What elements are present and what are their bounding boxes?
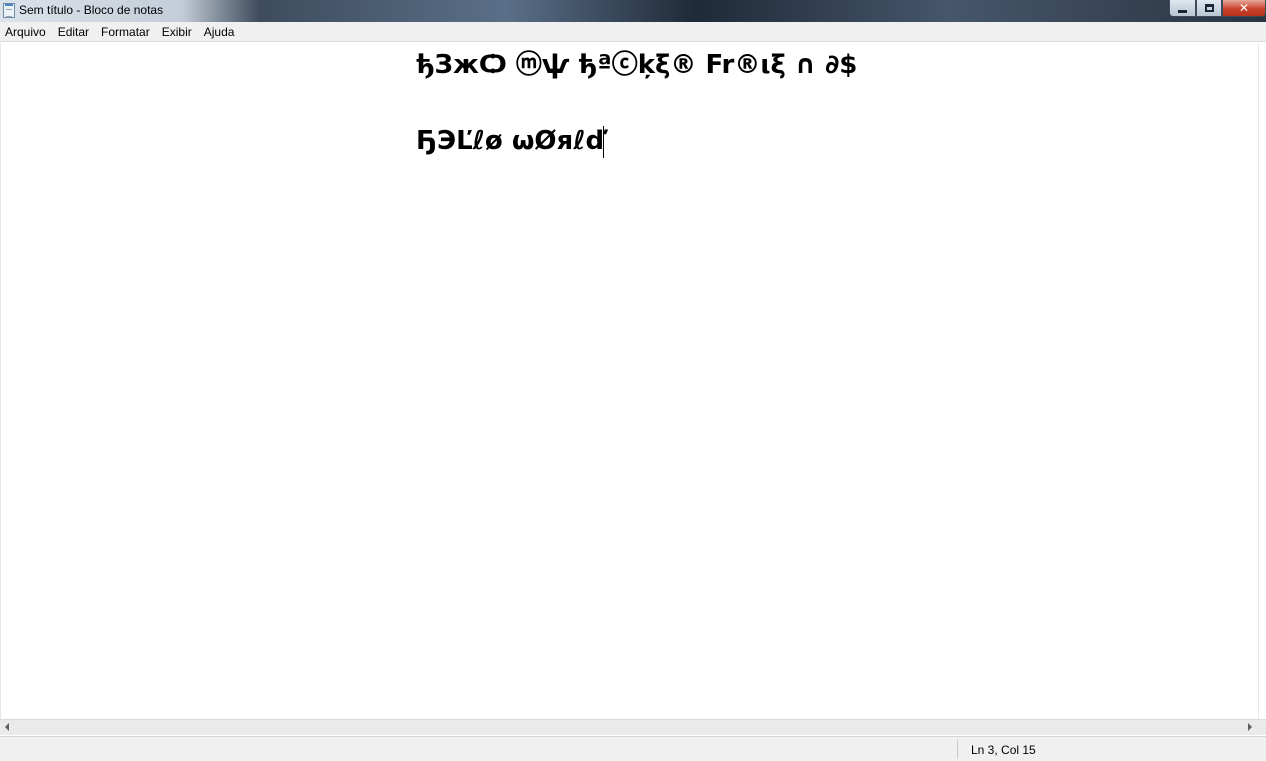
editor-line: ђЗжѺ ⓜѱ ђªⓒķξ® Fr®ιξ ∩ ∂$ [416,50,858,80]
menu-editar[interactable]: Editar [53,25,96,39]
cursor-position: Ln 3, Col 15 [971,743,1036,757]
maximize-button[interactable] [1196,0,1222,17]
scrollbar-corner [1256,720,1266,735]
scroll-right-icon[interactable] [1248,723,1252,731]
window-title: Sem título - Bloco de notas [19,3,164,17]
menu-arquivo[interactable]: Arquivo [0,25,53,39]
window-controls: ✕ [1169,0,1266,18]
menu-exibir[interactable]: Exibir [157,25,199,39]
menu-ajuda[interactable]: Ajuda [199,25,242,39]
status-divider [957,740,958,759]
scroll-left-icon[interactable] [5,723,9,731]
menu-bar: Arquivo Editar Formatar Exibir Ajuda [0,22,1266,42]
minimize-icon [1178,10,1187,13]
status-bar: Ln 3, Col 15 [0,736,1266,761]
close-icon: ✕ [1238,1,1250,15]
minimize-button[interactable] [1169,0,1196,17]
title-bar[interactable]: Sem título - Bloco de notas ✕ [0,0,1266,22]
vertical-scrollbar[interactable] [1258,43,1266,719]
notepad-icon[interactable] [3,3,15,18]
text-caret [603,126,604,158]
close-button[interactable]: ✕ [1222,0,1266,17]
editor-line: ҔЭĽℓø ωØяℓď [416,126,605,156]
menu-formatar[interactable]: Formatar [96,25,157,39]
restore-icon [1204,4,1214,12]
text-editor[interactable] [0,43,1258,719]
horizontal-scrollbar[interactable] [0,719,1266,735]
